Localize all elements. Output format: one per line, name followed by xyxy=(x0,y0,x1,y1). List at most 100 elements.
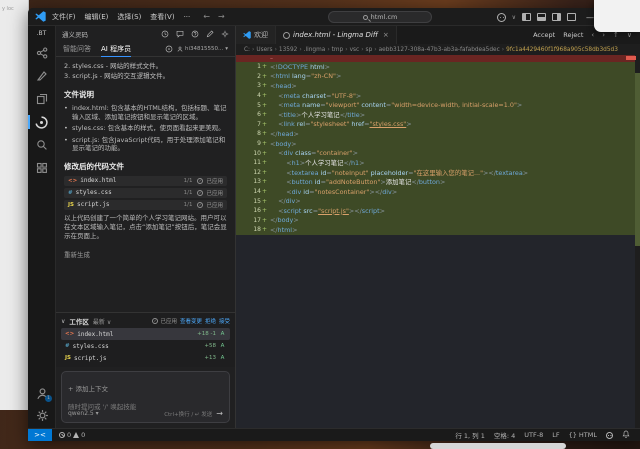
code-line[interactable]: 13+ <button id="addNoteButton">添加笔记</but… xyxy=(236,177,640,187)
breadcrumb-item[interactable]: tmp xyxy=(325,47,343,53)
account-icon[interactable]: 1 xyxy=(35,386,49,400)
collapse-icon[interactable]: ∨ xyxy=(627,31,632,39)
up-arrow-icon[interactable]: ↑ xyxy=(613,31,619,39)
code-line[interactable]: 16+ <script src="script.js"></script> xyxy=(236,206,640,216)
panel-settings-icon[interactable] xyxy=(221,30,229,38)
toggle-secondary-sidebar-icon[interactable] xyxy=(552,13,561,21)
breadcrumb-item[interactable]: vsc xyxy=(343,47,359,53)
copilot-icon[interactable] xyxy=(497,13,506,22)
code-line[interactable]: 12+ <textarea id="noteInput" placeholder… xyxy=(236,168,640,178)
code-line[interactable]: 10+ <div class="container"> xyxy=(236,148,640,158)
code-line[interactable]: 18+ </html> xyxy=(236,225,640,235)
applied-check-icon: ✓ xyxy=(197,178,203,184)
code-line[interactable]: 5+ <meta name="viewport" content="width=… xyxy=(236,100,640,110)
next-change-icon[interactable]: › xyxy=(602,31,605,39)
forward-arrow-icon[interactable]: → xyxy=(218,12,225,21)
prev-change-icon[interactable]: ‹ xyxy=(591,31,594,39)
code-line[interactable]: 2+ <html lang="zh-CN"> xyxy=(236,72,640,82)
breadcrumb-item[interactable]: aebb3127-308a-47b3-ab3a-fafabdea5dec xyxy=(372,47,500,53)
reject-button[interactable]: Reject xyxy=(563,31,583,39)
applied-file-row[interactable]: JS script.js 1/1 ✓ 已应用 xyxy=(64,200,227,210)
breadcrumb-item[interactable]: 13592 xyxy=(273,47,298,53)
code-line[interactable]: 17+ </body> xyxy=(236,216,640,226)
code-line[interactable]: 1+ <!DOCTYPE html> xyxy=(236,62,640,72)
language-mode[interactable]: {} HTML xyxy=(569,431,597,439)
copilot-caret-icon[interactable]: ∨ xyxy=(512,14,516,21)
code-line[interactable]: 11+ <h1>个人学习笔记</h1> xyxy=(236,158,640,168)
code-line[interactable]: 6+ <title>个人学习笔记</title> xyxy=(236,110,640,120)
account-menu[interactable]: hi34815550... ▾ xyxy=(177,46,228,52)
code-line[interactable]: 9+ <body> xyxy=(236,139,640,149)
feedback-icon[interactable] xyxy=(176,30,184,38)
workspace-action-link[interactable]: 拒绝 xyxy=(205,317,216,325)
back-arrow-icon[interactable]: ← xyxy=(203,12,210,21)
applied-file-row[interactable]: <> index.html 1/1 ✓ 已应用 xyxy=(64,176,227,186)
help-icon[interactable] xyxy=(191,30,199,38)
code-line[interactable]: 3+ <head> xyxy=(236,81,640,91)
tab-ai-programmer[interactable]: AI 程序员 xyxy=(101,41,131,57)
new-chat-pen-icon[interactable] xyxy=(206,30,214,38)
bt-extension-icon[interactable]: .BT xyxy=(28,26,55,37)
diff-editor[interactable]: – 1+ <!DOCTYPE html> 2+ <html lang="zh-C… xyxy=(236,55,640,428)
lingma-icon[interactable] xyxy=(35,115,49,129)
line-number: 6+ xyxy=(236,111,270,118)
cursor-position[interactable]: 行 1, 列 1 xyxy=(455,430,485,440)
menu-item[interactable]: 编辑(E) xyxy=(85,12,109,22)
menu-item[interactable]: 查看(V) xyxy=(150,12,174,22)
close-icon[interactable]: × xyxy=(383,31,389,39)
workspace-action-link[interactable]: 接受 xyxy=(219,317,230,325)
workspace-filter-dropdown[interactable]: 最新 ∨ xyxy=(93,317,111,326)
command-search-input[interactable]: html.cm xyxy=(328,11,432,23)
accept-button[interactable]: Accept xyxy=(533,31,555,39)
tab-lingma-diff[interactable]: index.html - Lingma Diff × xyxy=(276,26,397,44)
eol[interactable]: LF xyxy=(552,431,559,439)
pen-tool-icon[interactable] xyxy=(35,69,49,83)
workspace-file-row[interactable]: JS script.js +13 A xyxy=(61,352,230,364)
copy-files-icon[interactable] xyxy=(35,92,49,106)
breadcrumb-item[interactable]: Users xyxy=(250,47,273,53)
code-line[interactable]: 14+ <div id="notesContainer"></div> xyxy=(236,187,640,197)
menu-item[interactable]: 选择(S) xyxy=(117,12,141,22)
problems-indicator[interactable]: 0 0 xyxy=(59,431,85,439)
customize-layout-icon[interactable] xyxy=(567,13,576,21)
code-line[interactable]: 4+ <meta charset="UTF-8"> xyxy=(236,91,640,101)
breadcrumb-item[interactable]: 9fc1a4429460f1f968a905c58db3d5d3 xyxy=(500,47,618,53)
regenerate-button[interactable]: 重新生成 xyxy=(64,249,90,259)
breadcrumb-item[interactable]: sp xyxy=(359,47,372,53)
minimize-button[interactable]: — xyxy=(586,13,594,22)
menu-item[interactable]: ··· xyxy=(184,13,191,21)
breadcrumb[interactable]: C:Users13592.lingmatmpvscspaebb3127-308a… xyxy=(236,44,640,55)
chat-input-box[interactable]: + 添加上下文 随时提问或 '/' 唤起技能 qwen2.5 ▾ Ctrl+换行… xyxy=(61,371,230,423)
tab-welcome[interactable]: 欢迎 xyxy=(236,26,276,44)
model-selector[interactable]: qwen2.5 ▾ xyxy=(68,410,99,417)
encoding[interactable]: UTF-8 xyxy=(524,431,543,439)
breadcrumb-item[interactable]: .lingma xyxy=(297,47,325,53)
toggle-panel-icon[interactable] xyxy=(537,13,546,21)
share-icon[interactable] xyxy=(35,46,49,60)
applied-file-row[interactable]: # styles.css 1/1 ✓ 已应用 xyxy=(64,188,227,198)
extensions-icon[interactable] xyxy=(35,161,49,175)
collapse-caret-icon[interactable]: ∨ xyxy=(61,318,65,325)
send-button[interactable]: → xyxy=(216,409,223,418)
bell-icon[interactable] xyxy=(622,430,630,440)
code-line[interactable]: 15+ </div> xyxy=(236,196,640,206)
tab-chat[interactable]: 智能问答 xyxy=(63,41,91,57)
settings-gear-icon[interactable] xyxy=(35,408,49,422)
feedback-smiley-icon[interactable] xyxy=(606,432,613,439)
code-line[interactable]: 8+ </head> xyxy=(236,129,640,139)
lingma-panel-header: 通义灵码 xyxy=(56,26,235,41)
workspace-action-link[interactable]: 查看变更 xyxy=(180,317,202,325)
workspace-file-row[interactable]: # styles.css +58 A xyxy=(61,340,230,352)
remote-indicator[interactable]: >< xyxy=(28,429,52,442)
activity-bar: .BT xyxy=(28,26,56,428)
search-icon[interactable] xyxy=(35,138,49,152)
history-icon[interactable] xyxy=(161,30,169,38)
code-line[interactable]: 7+ <link rel="stylesheet" href="styles.c… xyxy=(236,120,640,130)
file-type-icon: JS xyxy=(68,202,74,208)
add-context-button[interactable]: + 添加上下文 xyxy=(68,385,108,393)
session-icon[interactable] xyxy=(165,45,173,53)
menu-item[interactable]: 文件(F) xyxy=(52,12,76,22)
workspace-file-row[interactable]: <> index.html +18 -1 A xyxy=(61,328,230,340)
indentation[interactable]: 空格: 4 xyxy=(494,430,515,440)
toggle-sidebar-icon[interactable] xyxy=(522,13,531,21)
